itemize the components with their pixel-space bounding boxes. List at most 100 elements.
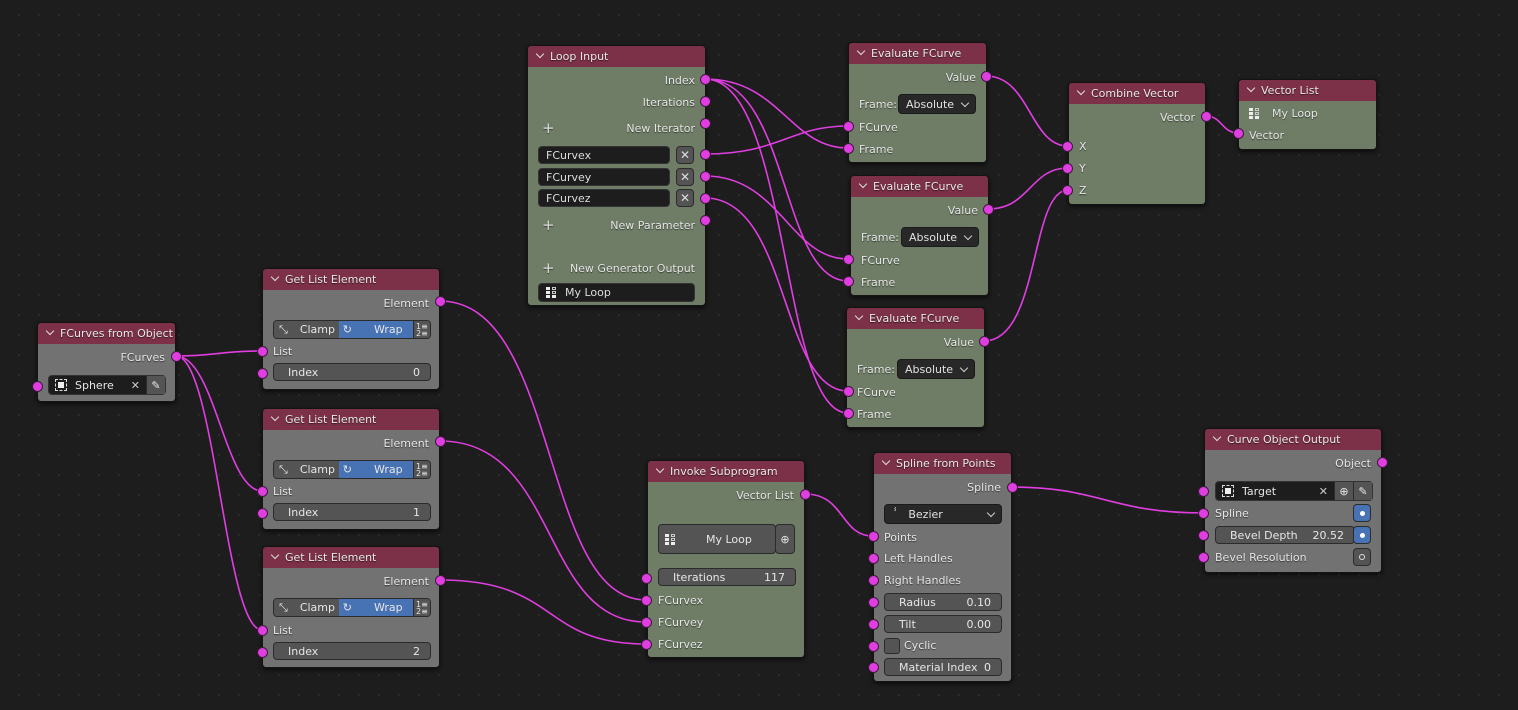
remove-parameter-icon[interactable]: ✕ bbox=[676, 168, 694, 186]
socket-fcurves-out[interactable] bbox=[171, 351, 182, 362]
collapse-chevron-icon[interactable] bbox=[1078, 88, 1085, 95]
collapse-chevron-icon[interactable] bbox=[860, 181, 867, 188]
socket-bevel-depth-in[interactable] bbox=[1198, 530, 1209, 541]
socket-index-in[interactable] bbox=[257, 508, 268, 519]
collapse-chevron-icon[interactable] bbox=[858, 48, 865, 55]
frame-mode-dropdown[interactable]: Absolute bbox=[897, 359, 975, 379]
parameter-name-field[interactable]: FCurvex bbox=[538, 146, 670, 164]
node-curve-object-output[interactable]: Curve Object Output Object Target ✕ ⊕ ✎ … bbox=[1204, 428, 1382, 573]
remove-parameter-icon[interactable]: ✕ bbox=[676, 189, 694, 207]
wrap-button[interactable]: ↻ Wrap bbox=[338, 321, 413, 338]
collapse-chevron-icon[interactable] bbox=[272, 552, 279, 559]
socket-new-parameter-out[interactable] bbox=[700, 215, 711, 226]
socket-value-out[interactable] bbox=[983, 204, 994, 215]
tilt-field[interactable]: Tilt 0.00 bbox=[884, 615, 1002, 633]
collapse-chevron-icon[interactable] bbox=[883, 458, 890, 465]
socket-list-in[interactable] bbox=[257, 346, 268, 357]
remove-parameter-icon[interactable]: ✕ bbox=[676, 146, 694, 164]
socket-material-index-in[interactable] bbox=[868, 662, 879, 673]
socket-left-handles-in[interactable] bbox=[868, 553, 879, 564]
node-get-list-element-2[interactable]: Get List Element Element ⤡ Clamp ↻ Wrap 1≡… bbox=[262, 408, 440, 530]
node-header[interactable]: Get List Element bbox=[263, 269, 439, 290]
socket-new-iterator-out[interactable] bbox=[700, 118, 711, 129]
collapse-chevron-icon[interactable] bbox=[856, 313, 863, 320]
new-parameter-button[interactable]: + New Parameter bbox=[528, 214, 705, 236]
parameter-name-field[interactable]: FCurvey bbox=[538, 168, 670, 186]
node-get-list-element-3[interactable]: Get List Element Element ⤡ Clamp ↻ Wrap 1≡… bbox=[262, 546, 440, 668]
new-subprogram-icon[interactable]: ⊕ bbox=[775, 524, 795, 554]
node-header[interactable]: Get List Element bbox=[263, 547, 439, 568]
clear-icon[interactable]: ✕ bbox=[131, 379, 140, 392]
collapse-chevron-icon[interactable] bbox=[272, 274, 279, 281]
socket-iterations-in[interactable] bbox=[641, 573, 652, 584]
socket-fcurvez-in[interactable] bbox=[641, 639, 652, 650]
clear-icon[interactable]: ✕ bbox=[1319, 485, 1328, 498]
socket-y-in[interactable] bbox=[1062, 163, 1073, 174]
socket-fcurve-in[interactable] bbox=[843, 121, 854, 132]
node-vector-list[interactable]: Vector List My Loop Vector bbox=[1238, 79, 1377, 150]
bevel-resolution-use-toggle[interactable] bbox=[1353, 548, 1371, 566]
object-field[interactable]: Sphere ✕ ✎ bbox=[48, 375, 166, 395]
node-header[interactable]: Invoke Subprogram bbox=[648, 461, 804, 482]
node-header[interactable]: Evaluate FCurve bbox=[851, 176, 988, 197]
socket-vector-list-out[interactable] bbox=[800, 489, 811, 500]
collapse-chevron-icon[interactable] bbox=[272, 414, 279, 421]
node-header[interactable]: FCurves from Object bbox=[38, 323, 175, 344]
spline-use-toggle[interactable] bbox=[1353, 504, 1371, 522]
socket-radius-in[interactable] bbox=[868, 597, 879, 608]
subprogram-selector[interactable]: My Loop bbox=[658, 524, 776, 554]
index-field[interactable]: Index 2 bbox=[273, 642, 431, 660]
socket-fcurve-in[interactable] bbox=[843, 254, 854, 265]
node-header[interactable]: Curve Object Output bbox=[1205, 429, 1381, 450]
new-object-icon[interactable]: ⊕ bbox=[1334, 482, 1353, 500]
socket-frame-in[interactable] bbox=[843, 276, 854, 287]
socket-fcurvey-out[interactable] bbox=[700, 171, 711, 182]
socket-fcurvex-out[interactable] bbox=[700, 149, 711, 160]
clamp-button[interactable]: ⤡ Clamp bbox=[274, 321, 339, 338]
socket-fcurve-in[interactable] bbox=[843, 386, 854, 397]
node-loop-input[interactable]: Loop Input Index Iterations + New Iterato… bbox=[527, 45, 706, 306]
socket-frame-in[interactable] bbox=[843, 143, 854, 154]
socket-object-out[interactable] bbox=[1377, 457, 1388, 468]
socket-index-out[interactable] bbox=[700, 74, 711, 85]
collapse-chevron-icon[interactable] bbox=[537, 51, 544, 58]
node-header[interactable]: Spline from Points bbox=[874, 453, 1011, 474]
socket-iterations-out[interactable] bbox=[700, 96, 711, 107]
node-evaluate-fcurve-3[interactable]: Evaluate FCurve Value Frame: Absolute FC… bbox=[846, 307, 985, 428]
eyedropper-icon[interactable]: ✎ bbox=[1353, 482, 1372, 500]
clamp-wrap-toggle[interactable]: ⤡ Clamp ↻ Wrap 1≡ 2≡ bbox=[273, 460, 431, 479]
iterations-field[interactable]: Iterations 117 bbox=[658, 568, 796, 586]
socket-spline-in[interactable] bbox=[1198, 508, 1209, 519]
index-field[interactable]: Index 0 bbox=[273, 363, 431, 381]
socket-list-in[interactable] bbox=[257, 625, 268, 636]
clamp-button[interactable]: ⤡ Clamp bbox=[274, 599, 339, 616]
collapse-chevron-icon[interactable] bbox=[1248, 85, 1255, 92]
node-header[interactable]: Evaluate FCurve bbox=[847, 308, 984, 329]
node-header[interactable]: Loop Input bbox=[528, 46, 705, 67]
node-header[interactable]: Combine Vector bbox=[1069, 83, 1205, 104]
socket-target-in[interactable] bbox=[1198, 486, 1209, 497]
clamp-wrap-toggle[interactable]: ⤡ Clamp ↻ Wrap 1≡ 2≡ bbox=[273, 598, 431, 617]
target-object-field[interactable]: Target ✕ ⊕ ✎ bbox=[1215, 481, 1373, 501]
socket-element-out[interactable] bbox=[435, 436, 446, 447]
bevel-depth-use-toggle[interactable] bbox=[1353, 526, 1371, 544]
socket-points-in[interactable] bbox=[868, 531, 879, 542]
socket-fcurvez-out[interactable] bbox=[700, 193, 711, 204]
frame-mode-dropdown[interactable]: Absolute bbox=[898, 94, 976, 114]
socket-cyclic-in[interactable] bbox=[868, 641, 879, 652]
clamp-wrap-toggle[interactable]: ⤡ Clamp ↻ Wrap 1≡ 2≡ bbox=[273, 320, 431, 339]
parameter-name-field[interactable]: FCurvez bbox=[538, 189, 670, 207]
node-evaluate-fcurve-2[interactable]: Evaluate FCurve Value Frame: Absolute FC… bbox=[850, 175, 989, 296]
node-header[interactable]: Get List Element bbox=[263, 409, 439, 430]
socket-value-out[interactable] bbox=[981, 71, 992, 82]
socket-frame-in[interactable] bbox=[843, 408, 854, 419]
radius-field[interactable]: Radius 0.10 bbox=[884, 593, 1002, 611]
node-header[interactable]: Evaluate FCurve bbox=[849, 43, 986, 64]
collapse-chevron-icon[interactable] bbox=[657, 466, 664, 473]
clamp-button[interactable]: ⤡ Clamp bbox=[274, 461, 339, 478]
node-combine-vector[interactable]: Combine Vector Vector X Y Z bbox=[1068, 82, 1206, 205]
spline-type-dropdown[interactable]: ⸯ Bezier bbox=[884, 504, 1002, 524]
wrap-button[interactable]: ↻ Wrap bbox=[338, 599, 413, 616]
bevel-depth-field[interactable]: Bevel Depth 20.52 bbox=[1215, 526, 1355, 544]
socket-z-in[interactable] bbox=[1062, 185, 1073, 196]
